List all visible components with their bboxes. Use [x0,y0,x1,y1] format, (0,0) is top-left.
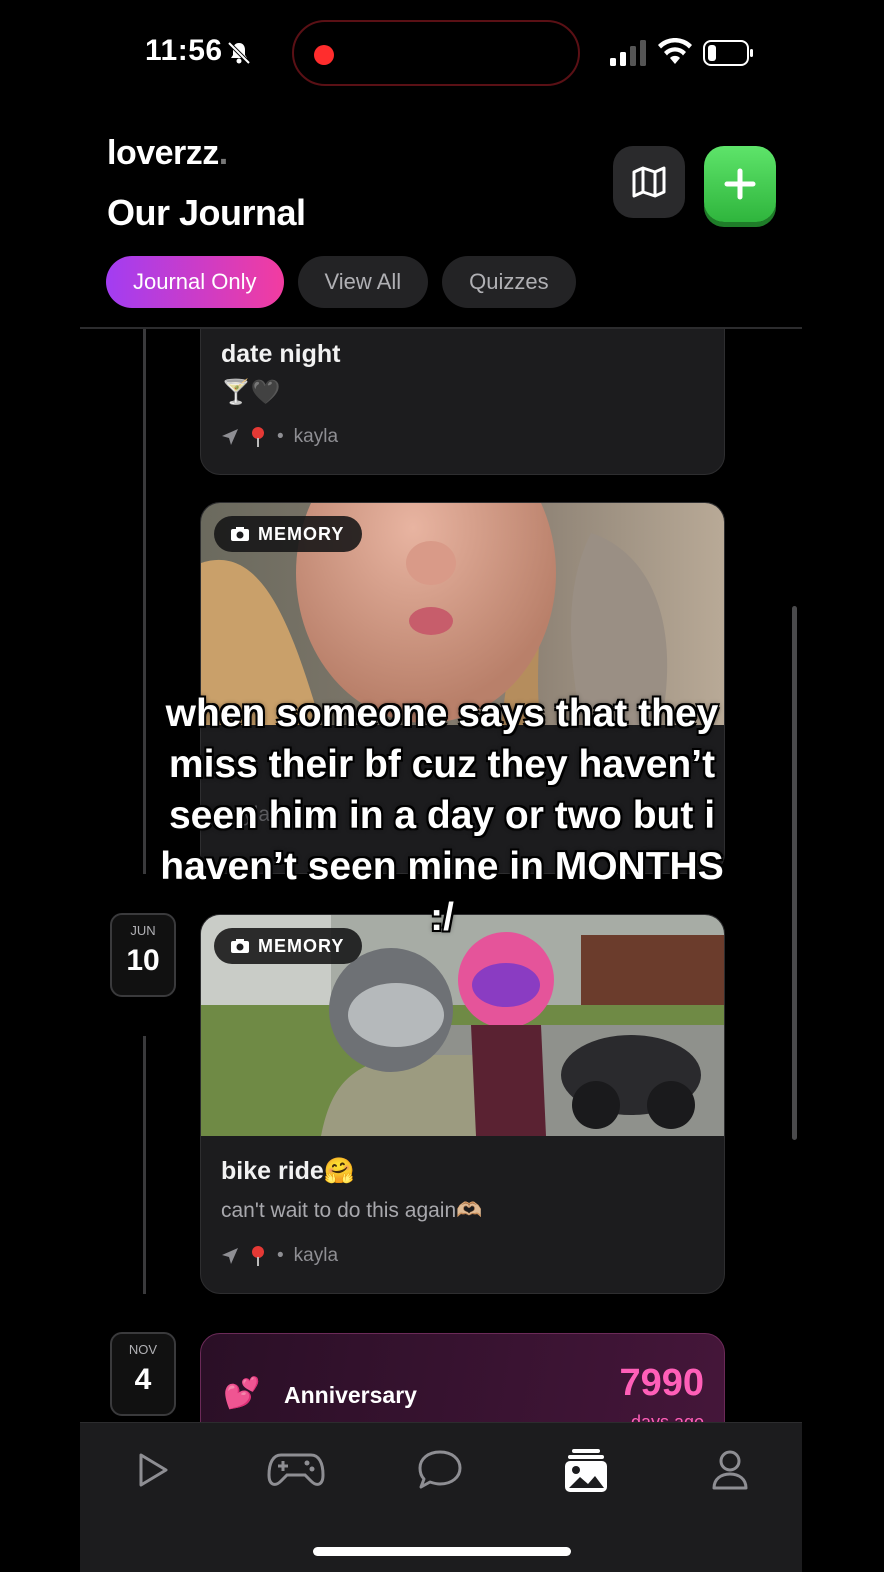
date-day: 4 [134,1363,152,1396]
anniversary-day-count: 7990 [619,1362,704,1404]
battery-icon [703,40,753,66]
memory-card[interactable]: MEMORY bike ride🤗 can't wait to do this … [200,914,725,1294]
date-month: NOV [128,1342,158,1357]
meta-separator: • [277,1245,284,1266]
memory-badge: MEMORY [214,516,363,552]
dynamic-island [292,20,580,86]
timeline-line [143,1036,146,1294]
journal-entry-card[interactable]: date night 🍸🖤 • kayla [200,329,725,475]
recording-indicator [314,45,334,65]
gamepad-icon [267,1453,325,1486]
map-icon [632,166,666,198]
app-name-text: loverzz [107,134,219,172]
entry-author: kayla [293,426,339,447]
entry-title: bike ride🤗 [221,1157,355,1185]
journal-photos-icon [565,1449,607,1492]
filter-tabs: Journal Only View All Quizzes [106,256,576,308]
app-logo: loverzz. [107,134,228,173]
add-entry-button[interactable] [704,146,776,222]
map-button[interactable] [613,146,685,218]
bell-muted-icon [227,41,251,65]
entry-meta: • kayla [221,1245,338,1267]
app-name-dot: . [218,134,228,172]
status-time: 11:56 [145,34,223,67]
tab-view-all[interactable]: View All [297,256,429,308]
chat-icon [418,1450,462,1489]
camera-icon [231,527,249,541]
anniversary-unit: days ago [630,1412,704,1422]
meta-separator: • [277,426,284,447]
scrollbar[interactable] [792,606,797,1140]
anniversary-label: Anniversary [284,1382,417,1408]
entry-author: kayla [293,1245,339,1266]
tab-play[interactable] [123,1445,183,1495]
cellular-signal-icon [610,40,646,66]
entry-title: date night [221,340,341,368]
tab-quizzes[interactable]: Quizzes [442,256,576,308]
entry-meta: • kayla [221,426,338,448]
pin-icon [252,427,264,447]
memory-badge-label: MEMORY [258,523,345,544]
date-badge: NOV 4 [110,1332,176,1416]
video-caption-overlay: when someone says that they miss their b… [160,692,724,939]
profile-icon [712,1450,748,1490]
tab-journal-only[interactable]: Journal Only [106,256,284,308]
location-arrow-icon [222,1248,238,1264]
play-icon [139,1453,168,1487]
timeline-line [143,329,146,874]
tab-journal[interactable] [556,1445,616,1495]
home-indicator[interactable] [313,1547,571,1556]
page-title: Our Journal [107,192,306,233]
pin-icon [252,1246,264,1266]
wifi-icon [658,38,692,64]
tab-profile[interactable] [700,1445,760,1495]
plus-icon [724,168,756,200]
tab-chat[interactable] [410,1445,470,1495]
entry-body: can't wait to do this again🫶🏼 [221,1199,483,1222]
date-day: 10 [126,944,160,977]
location-arrow-icon [222,429,238,445]
hearts-emoji: 💕 [223,1377,261,1410]
tab-games[interactable] [266,1445,326,1495]
anniversary-card[interactable]: 💕 Anniversary 7990 days ago [200,1333,725,1422]
entry-emoji: 🍸🖤 [221,379,281,406]
